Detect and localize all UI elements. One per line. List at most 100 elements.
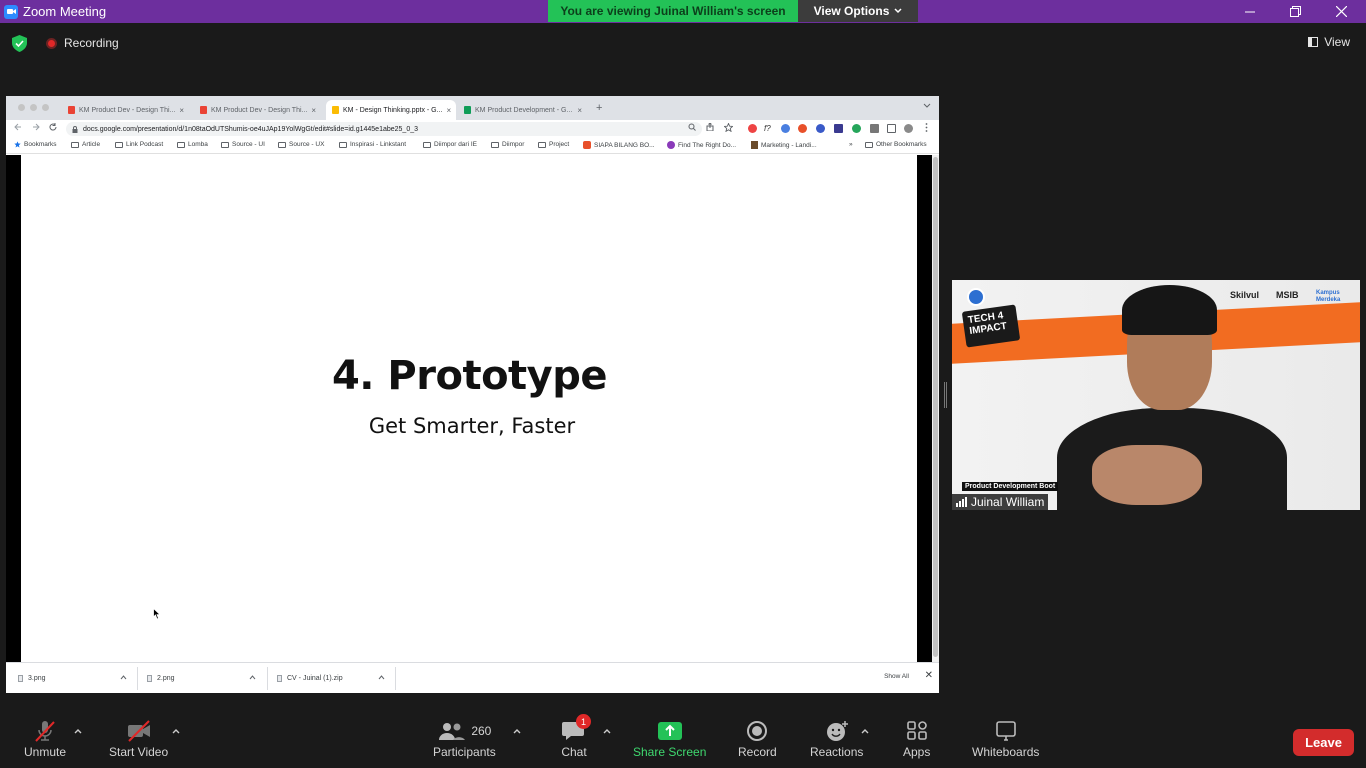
window-dot-minimize[interactable] (30, 104, 37, 111)
slide-viewport: 4. Prototype Get Smarter, Faster (6, 155, 939, 662)
bookmarks-bar: Bookmarks Article Link Podcast Lomba Sou… (6, 138, 939, 154)
other-bookmarks[interactable]: Other Bookmarks (865, 141, 927, 148)
browser-tab-1[interactable]: KM Product Dev - Design Thi... × (62, 100, 188, 120)
extension-icon[interactable] (748, 124, 757, 133)
close-button[interactable] (1318, 0, 1364, 23)
bookmark-item[interactable]: Inspirasi - Linkstant (339, 141, 406, 148)
window-dot-close[interactable] (18, 104, 25, 111)
encryption-shield-icon[interactable] (12, 35, 27, 52)
bookmark-label: Article (82, 141, 101, 148)
extensions-puzzle-icon[interactable] (870, 124, 879, 133)
tab-search-chevron-icon[interactable] (923, 103, 931, 109)
bookmark-item[interactable]: Find The Right Do... (667, 141, 736, 149)
chat-unread-badge: 1 (576, 714, 591, 729)
view-button[interactable]: View (1308, 35, 1350, 49)
new-tab-button[interactable]: + (596, 102, 602, 114)
kemdikbud-logo-icon (967, 288, 985, 306)
restore-button[interactable] (1272, 0, 1318, 23)
unmute-button[interactable]: Unmute (24, 720, 66, 759)
view-label: View (1324, 35, 1350, 49)
close-downloads-bar[interactable]: ✕ (925, 670, 933, 681)
window-dot-zoom[interactable] (42, 104, 49, 111)
share-screen-button[interactable]: Share Screen (633, 720, 706, 759)
recording-label[interactable]: Recording (64, 36, 119, 50)
reactions-label: Reactions (810, 745, 864, 759)
start-video-button[interactable]: Start Video (109, 720, 168, 759)
extension-icon[interactable] (816, 124, 825, 133)
chat-options-chevron-icon[interactable] (603, 728, 611, 734)
download-item[interactable]: 3.png (18, 671, 46, 686)
extension-icon[interactable] (798, 124, 807, 133)
chat-button[interactable]: 1 Chat (561, 714, 591, 759)
shared-screen: KM Product Dev - Design Thi... × KM Prod… (6, 96, 939, 693)
back-arrow-icon[interactable] (14, 123, 22, 131)
vertical-scrollbar[interactable] (932, 155, 939, 662)
view-options-button[interactable]: View Options (798, 0, 918, 22)
leave-meeting-button[interactable]: Leave (1293, 729, 1354, 756)
chevron-up-icon[interactable] (378, 675, 385, 680)
bookmark-item[interactable]: Lomba (177, 141, 208, 148)
url-bar[interactable]: docs.google.com/presentation/d/1n08taOdU… (66, 122, 702, 136)
slide-title: 4. Prototype (331, 353, 608, 399)
slides-favicon-icon (68, 106, 75, 114)
panel-splitter-handle[interactable] (944, 382, 947, 408)
chevron-up-icon[interactable] (120, 675, 127, 680)
star-icon (14, 141, 21, 148)
bookmarks-overflow[interactable]: » (849, 141, 853, 148)
bookmark-item[interactable]: Link Podcast (115, 141, 163, 148)
bookmark-item[interactable]: Marketing - Landi... (751, 141, 817, 149)
whiteboards-button[interactable]: Whiteboards (972, 720, 1039, 759)
bookmark-item[interactable]: SIAPA BILANG BO... (583, 141, 655, 149)
reactions-button[interactable]: Reactions (810, 720, 863, 759)
site-favicon-icon (583, 141, 591, 149)
participants-button[interactable]: 260 Participants (433, 720, 496, 759)
bookmark-item[interactable]: Diimpor dari IE (423, 141, 477, 148)
folder-icon (115, 141, 123, 148)
search-icon[interactable] (688, 123, 696, 131)
participants-icon (439, 723, 466, 740)
participant-video-tile[interactable]: TECH 4 IMPACT Skilvul MSIB Kampus Merdek… (952, 280, 1360, 510)
participants-options-chevron-icon[interactable] (513, 728, 521, 734)
file-icon (147, 675, 152, 682)
reactions-options-chevron-icon[interactable] (861, 728, 869, 734)
close-icon (1335, 6, 1347, 17)
downloads-bar: 3.png 2.png CV - Juinal (1).zip Show All… (6, 662, 939, 693)
download-item[interactable]: CV - Juinal (1).zip (277, 671, 343, 686)
bookmark-item[interactable]: Source - UI (221, 141, 265, 148)
video-options-chevron-icon[interactable] (172, 728, 180, 734)
download-item[interactable]: 2.png (147, 671, 175, 686)
whiteboards-label: Whiteboards (972, 745, 1040, 759)
reload-icon[interactable] (49, 123, 57, 131)
formula-extension-icon[interactable]: f? (764, 124, 773, 133)
audio-options-chevron-icon[interactable] (74, 728, 82, 734)
browser-tab-4[interactable]: KM Product Development - G... × (458, 100, 588, 120)
star-bookmark-icon[interactable] (724, 123, 733, 132)
tab-close-icon[interactable]: × (577, 106, 582, 115)
browser-tabstrip: KM Product Dev - Design Thi... × KM Prod… (6, 96, 939, 120)
minimize-button[interactable] (1227, 0, 1273, 23)
profile-avatar-icon[interactable] (904, 124, 913, 133)
tab-close-icon[interactable]: × (179, 106, 184, 115)
bookmark-item[interactable]: Diimpor (491, 141, 524, 148)
chevron-up-icon[interactable] (249, 675, 256, 680)
tab-close-icon[interactable]: × (446, 106, 451, 115)
side-panel-icon[interactable] (887, 124, 896, 133)
apps-button[interactable]: Apps (903, 720, 930, 759)
show-all-downloads[interactable]: Show All (884, 673, 909, 680)
bookmark-item[interactable]: Bookmarks (14, 141, 57, 148)
record-button[interactable]: Record (738, 720, 777, 759)
bookmark-item[interactable]: Project (538, 141, 569, 148)
kebab-menu-icon[interactable] (925, 123, 928, 132)
extension-icon[interactable] (834, 124, 843, 133)
extension-icon[interactable] (781, 124, 790, 133)
browser-tab-3-active[interactable]: KM - Design Thinking.pptx - G... × (326, 100, 456, 120)
participant-name-bar: Juinal William (952, 494, 1049, 510)
browser-tab-2[interactable]: KM Product Dev - Design Thi... × (194, 100, 320, 120)
share-icon[interactable] (706, 123, 714, 131)
bookmark-item[interactable]: Source - UX (278, 141, 324, 148)
grammarly-extension-icon[interactable] (852, 124, 861, 133)
forward-arrow-icon[interactable] (32, 123, 40, 131)
scrollbar-thumb[interactable] (933, 157, 938, 657)
bookmark-item[interactable]: Article (71, 141, 100, 148)
tab-close-icon[interactable]: × (311, 106, 316, 115)
